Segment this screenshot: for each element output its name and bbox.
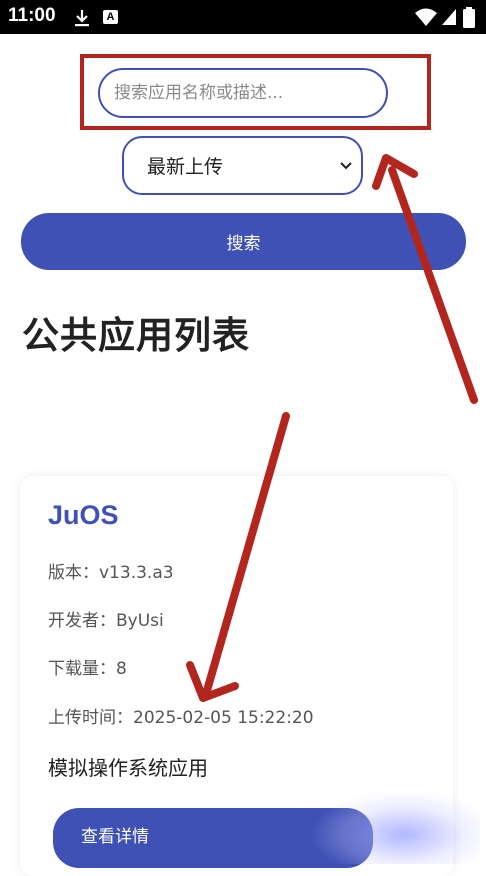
status-bar: 11:00 A <box>0 0 486 34</box>
app-card: JuOS 版本：v13.3.a3 开发者：ByUsi 下载量：8 上传时间：20… <box>20 476 453 876</box>
annotation-arrow-up <box>372 154 478 404</box>
app-name[interactable]: JuOS <box>48 500 119 531</box>
chevron-down-icon <box>340 162 352 170</box>
search-button[interactable]: 搜索 <box>21 213 466 270</box>
view-details-label: 查看详情 <box>81 827 149 847</box>
view-details-button[interactable]: 查看详情 <box>53 808 373 868</box>
app-developer: 开发者：ByUsi <box>48 611 164 631</box>
page-title: 公共应用列表 <box>22 314 250 357</box>
app-version: 版本：v13.3.a3 <box>48 563 174 583</box>
a-icon: A <box>103 10 118 24</box>
wifi-icon <box>415 8 437 26</box>
download-icon <box>75 10 89 27</box>
signal-icon <box>442 9 456 25</box>
battery-icon <box>463 7 475 28</box>
status-time: 11:00 <box>8 5 56 26</box>
app-description: 模拟操作系统应用 <box>48 756 208 780</box>
sort-selected-value: 最新上传 <box>147 156 224 178</box>
search-input[interactable] <box>98 68 388 118</box>
app-upload-time: 上传时间：2025-02-05 15:22:20 <box>48 708 314 728</box>
app-downloads: 下载量：8 <box>48 659 127 679</box>
search-button-label: 搜索 <box>226 234 261 254</box>
sort-select[interactable]: 最新上传 <box>122 136 363 195</box>
